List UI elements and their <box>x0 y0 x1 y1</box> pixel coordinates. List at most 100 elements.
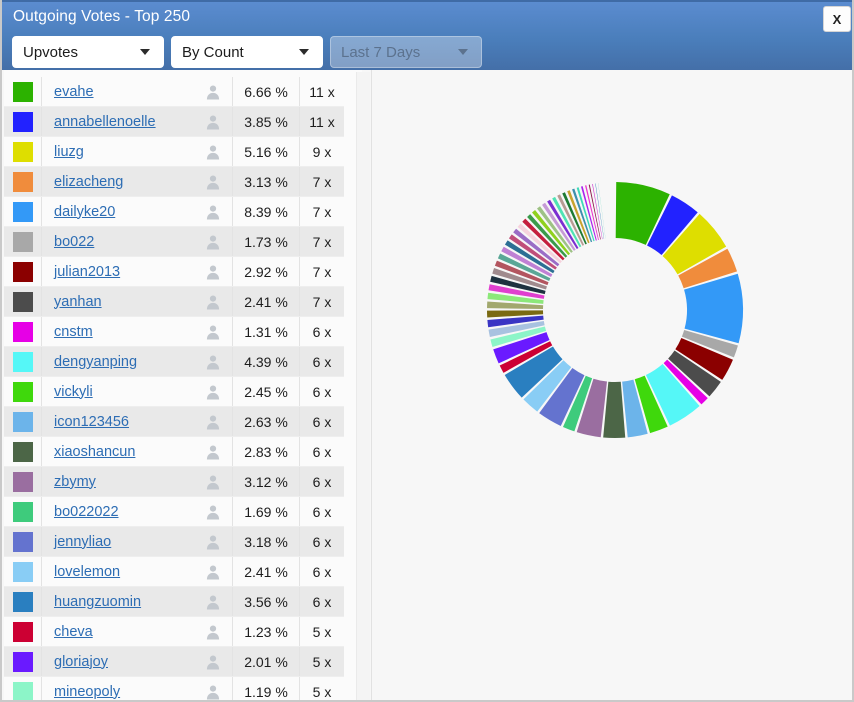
user-link[interactable]: xiaoshancun <box>54 444 205 460</box>
row-color-cell <box>4 437 42 466</box>
row-percent: 3.18 % <box>233 527 300 556</box>
person-icon <box>206 85 220 99</box>
table-row[interactable]: annabellenoelle 3.85 % 11 x <box>4 107 344 137</box>
person-icon <box>206 685 220 699</box>
row-color-cell <box>4 107 42 136</box>
user-link[interactable]: vickyli <box>54 384 205 400</box>
user-link[interactable]: dengyanping <box>54 354 205 370</box>
user-link[interactable]: evahe <box>54 84 205 100</box>
row-percent: 5.16 % <box>233 137 300 166</box>
table-row[interactable]: cheva 1.23 % 5 x <box>4 617 344 647</box>
table-row[interactable]: lovelemon 2.41 % 6 x <box>4 557 344 587</box>
user-link[interactable]: cheva <box>54 624 205 640</box>
user-link[interactable]: gloriajoy <box>54 654 205 670</box>
vote-type-dropdown[interactable]: Upvotes <box>12 36 164 68</box>
table-row[interactable]: julian2013 2.92 % 7 x <box>4 257 344 287</box>
color-swatch <box>12 561 33 582</box>
color-swatch <box>12 171 33 192</box>
table-row[interactable]: huangzuomin 3.56 % 6 x <box>4 587 344 617</box>
table-row[interactable]: xiaoshancun 2.83 % 6 x <box>4 437 344 467</box>
color-swatch <box>12 111 33 132</box>
donut-segment[interactable] <box>603 381 626 439</box>
table-row[interactable]: cnstm 1.31 % 6 x <box>4 317 344 347</box>
table-row[interactable]: vickyli 2.45 % 6 x <box>4 377 344 407</box>
person-icon <box>206 205 220 219</box>
row-percent: 1.31 % <box>233 317 300 346</box>
table-row[interactable]: dailyke20 8.39 % 7 x <box>4 197 344 227</box>
table-row[interactable]: icon123456 2.63 % 6 x <box>4 407 344 437</box>
row-count: 5 x <box>312 623 332 640</box>
row-count: 6 x <box>312 533 332 550</box>
user-link[interactable]: elizacheng <box>54 174 205 190</box>
row-color-cell <box>4 467 42 496</box>
row-color-cell <box>4 317 42 346</box>
user-link[interactable]: jennyliao <box>54 534 205 550</box>
user-link[interactable]: huangzuomin <box>54 594 205 610</box>
row-count: 6 x <box>312 443 332 460</box>
row-user-cell: julian2013 <box>42 257 233 286</box>
user-link[interactable]: julian2013 <box>54 264 205 280</box>
row-percent: 8.39 % <box>233 197 300 226</box>
user-link[interactable]: mineopoly <box>54 684 205 700</box>
row-percent: 3.56 % <box>233 587 300 616</box>
row-count: 11 x <box>309 113 335 130</box>
row-color-cell <box>4 287 42 316</box>
window-titlebar: Outgoing Votes - Top 250 X Upvotes By Co… <box>2 0 852 70</box>
table-row[interactable]: jennyliao 3.18 % 6 x <box>4 527 344 557</box>
user-link[interactable]: bo022 <box>54 234 205 250</box>
row-percent: 3.85 % <box>233 107 300 136</box>
table-row[interactable]: mineopoly 1.19 % 5 x <box>4 677 344 700</box>
close-button[interactable]: X <box>823 6 851 32</box>
user-link[interactable]: icon123456 <box>54 414 205 430</box>
user-link[interactable]: bo022022 <box>54 504 205 520</box>
user-link[interactable]: zbymy <box>54 474 205 490</box>
row-color-cell <box>4 137 42 166</box>
color-swatch <box>12 351 33 372</box>
chevron-down-icon <box>140 49 150 55</box>
row-percent: 4.39 % <box>233 347 300 376</box>
user-link[interactable]: cnstm <box>54 324 205 340</box>
table-row[interactable]: zbymy 3.12 % 6 x <box>4 467 344 497</box>
row-user-cell: elizacheng <box>42 167 233 196</box>
row-count: 7 x <box>312 233 332 250</box>
person-icon <box>206 655 220 669</box>
user-link[interactable]: dailyke20 <box>54 204 205 220</box>
table-row[interactable]: bo022 1.73 % 7 x <box>4 227 344 257</box>
row-user-cell: icon123456 <box>42 407 233 436</box>
table-row[interactable]: evahe 6.66 % 11 x <box>4 77 344 107</box>
row-count: 6 x <box>312 383 332 400</box>
row-user-cell: gloriajoy <box>42 647 233 676</box>
row-count: 6 x <box>312 323 332 340</box>
row-count: 5 x <box>312 653 332 670</box>
votes-list: evahe 6.66 % 11 x annabellenoelle 3.85 % 11 x… <box>4 77 344 700</box>
table-row[interactable]: yanhan 2.41 % 7 x <box>4 287 344 317</box>
user-link[interactable]: lovelemon <box>54 564 205 580</box>
row-percent: 1.69 % <box>233 497 300 526</box>
row-color-cell <box>4 347 42 376</box>
row-color-cell <box>4 257 42 286</box>
table-row[interactable]: elizacheng 3.13 % 7 x <box>4 167 344 197</box>
table-row[interactable]: gloriajoy 2.01 % 5 x <box>4 647 344 677</box>
color-swatch <box>12 501 33 522</box>
time-period-dropdown[interactable]: Last 7 Days <box>330 36 482 68</box>
sort-by-dropdown[interactable]: By Count <box>171 36 323 68</box>
row-user-cell: zbymy <box>42 467 233 496</box>
list-scrollbar-track[interactable] <box>356 72 723 700</box>
person-icon <box>206 235 220 249</box>
row-user-cell: yanhan <box>42 287 233 316</box>
user-link[interactable]: yanhan <box>54 294 205 310</box>
row-color-cell <box>4 227 42 256</box>
table-row[interactable]: dengyanping 4.39 % 6 x <box>4 347 344 377</box>
row-color-cell <box>4 587 42 616</box>
table-row[interactable]: bo022022 1.69 % 6 x <box>4 497 344 527</box>
row-percent: 3.13 % <box>233 167 300 196</box>
sort-by-value: By Count <box>182 43 244 61</box>
user-link[interactable]: annabellenoelle <box>54 114 205 130</box>
donut-segment[interactable] <box>598 183 606 239</box>
vote-type-value: Upvotes <box>23 43 79 61</box>
color-swatch <box>12 201 33 222</box>
user-link[interactable]: liuzg <box>54 144 205 160</box>
person-icon <box>206 625 220 639</box>
row-percent: 2.92 % <box>233 257 300 286</box>
table-row[interactable]: liuzg 5.16 % 9 x <box>4 137 344 167</box>
